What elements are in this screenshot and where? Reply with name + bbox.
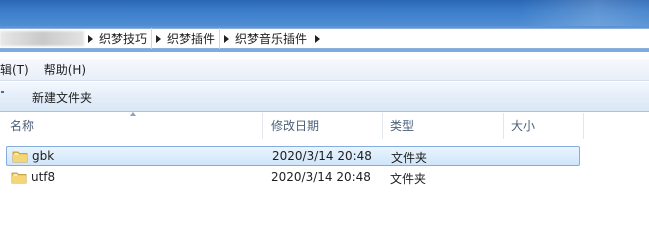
breadcrumb-item-tips[interactable]: 织梦技巧 <box>97 30 151 47</box>
toolbar-overflow-icon <box>1 91 4 93</box>
window-title-bar <box>0 0 649 26</box>
file-name: utf8 <box>31 170 56 184</box>
column-header-row: 名称 修改日期 类型 大小 <box>0 112 649 139</box>
breadcrumb-arrow-icon[interactable] <box>311 28 324 49</box>
file-row-gbk[interactable]: gbk 2020/3/14 20:48 文件夹 <box>6 146 580 166</box>
breadcrumb-arrow-icon[interactable] <box>220 28 233 49</box>
menu-item-edit[interactable]: 编辑(T) <box>0 61 29 78</box>
file-type: 文件夹 <box>390 172 427 186</box>
file-type: 文件夹 <box>391 151 428 165</box>
file-modified: 2020/3/14 20:48 <box>272 149 372 163</box>
breadcrumb-item-music-plugins[interactable]: 织梦音乐插件 <box>233 30 311 47</box>
menu-bar: 编辑(T) 帮助(H) <box>0 59 649 81</box>
new-folder-button[interactable]: 新建文件夹 <box>32 89 92 106</box>
column-header-size[interactable]: 大小 <box>504 113 584 139</box>
column-header-type[interactable]: 类型 <box>383 113 504 139</box>
breadcrumb-item-plugins[interactable]: 织梦插件 <box>165 30 219 47</box>
column-header-name[interactable]: 名称 <box>0 113 263 139</box>
blurred-path-segment <box>0 31 84 46</box>
breadcrumb-arrow-icon[interactable] <box>84 28 97 49</box>
menu-item-help[interactable]: 帮助(H) <box>44 61 86 78</box>
column-header-modified[interactable]: 修改日期 <box>263 113 383 139</box>
breadcrumb-arrow-icon[interactable] <box>152 28 165 49</box>
folder-icon <box>12 151 28 163</box>
command-bar: 新建文件夹 <box>0 82 649 112</box>
file-row-utf8[interactable]: utf8 2020/3/14 20:48 文件夹 <box>6 168 580 188</box>
file-name: gbk <box>32 149 55 163</box>
folder-icon <box>11 172 27 184</box>
title-bar-glow <box>519 0 649 26</box>
file-modified: 2020/3/14 20:48 <box>271 170 371 184</box>
address-bar[interactable]: 织梦技巧 织梦插件 织梦音乐插件 <box>0 28 649 49</box>
